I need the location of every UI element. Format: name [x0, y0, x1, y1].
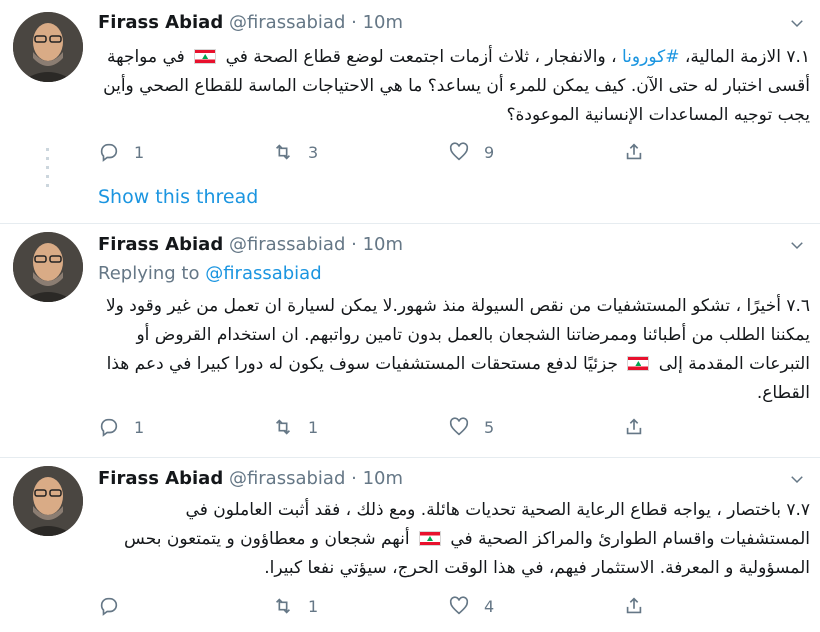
- chevron-down-icon[interactable]: [788, 470, 806, 488]
- replying-prefix: Replying to: [98, 263, 206, 284]
- chevron-down-icon[interactable]: [788, 14, 806, 32]
- heart-icon: [449, 417, 469, 436]
- heart-icon: [449, 596, 469, 615]
- lebanon-flag-icon: [418, 531, 441, 546]
- profile-photo: [13, 466, 83, 536]
- like-count: 4: [484, 596, 495, 616]
- like-count: 5: [484, 417, 495, 437]
- text-segment: ٧.١ الازمة المالية،: [679, 47, 810, 67]
- tweet-1[interactable]: Firass Abiad @firassabiad · 10m ٧.١ الاز…: [0, 0, 820, 180]
- lebanon-flag-icon: [627, 356, 650, 371]
- reply-button[interactable]: 1: [98, 139, 144, 165]
- text-segment: ، والانفجار ، ثلاث أزمات اجتمعت لوضع قطا…: [220, 47, 622, 67]
- reply-icon: [100, 418, 118, 437]
- chevron-down-icon[interactable]: [788, 236, 806, 254]
- retweet-icon: [275, 598, 291, 614]
- retweet-count: 1: [308, 417, 319, 437]
- thread-connector: [46, 148, 49, 188]
- author-handle[interactable]: @firassabiad: [229, 468, 345, 489]
- timestamp[interactable]: 10m: [363, 468, 403, 489]
- share-icon: [626, 597, 642, 614]
- tweet-text: ٧.٦ أخيرًا ، تشكو المستشفيات من نقص السي…: [98, 292, 810, 408]
- share-icon: [626, 143, 642, 160]
- reply-icon: [100, 597, 118, 616]
- reply-button[interactable]: [98, 593, 134, 619]
- retweet-button[interactable]: 1: [272, 593, 318, 619]
- retweet-count: 1: [308, 596, 319, 616]
- author-handle[interactable]: @firassabiad: [229, 12, 345, 33]
- show-thread-link[interactable]: Show this thread: [98, 186, 258, 208]
- tweet-2[interactable]: Firass Abiad @firassabiad · 10m Replying…: [0, 224, 820, 456]
- tweet-text: ٧.٧ باختصار ، يواجه قطاع الرعاية الصحية …: [98, 496, 810, 583]
- tweet-header: Firass Abiad @firassabiad · 10m: [98, 468, 403, 489]
- retweet-button[interactable]: 1: [272, 414, 318, 440]
- tweet-actions: 1 4: [98, 593, 658, 619]
- retweet-icon: [275, 419, 291, 435]
- author-name[interactable]: Firass Abiad: [98, 234, 223, 255]
- timestamp[interactable]: 10m: [363, 234, 403, 255]
- separator-dot: ·: [351, 468, 357, 489]
- reply-count: 1: [134, 142, 145, 162]
- retweet-icon: [275, 144, 291, 160]
- tweet-header: Firass Abiad @firassabiad · 10m: [98, 234, 403, 255]
- like-count: 9: [484, 142, 495, 162]
- separator-dot: ·: [351, 234, 357, 255]
- share-icon: [626, 418, 642, 435]
- replying-handle-link[interactable]: @firassabiad: [205, 263, 321, 284]
- author-name[interactable]: Firass Abiad: [98, 12, 223, 33]
- tweet-text: ٧.١ الازمة المالية، #كورونا ، والانفجار …: [98, 43, 810, 130]
- avatar[interactable]: [13, 232, 83, 302]
- retweet-button[interactable]: 3: [272, 139, 318, 165]
- tweet-actions: 1 3 9: [98, 139, 658, 165]
- avatar[interactable]: [13, 466, 83, 536]
- reply-button[interactable]: 1: [98, 414, 144, 440]
- profile-photo: [13, 232, 83, 302]
- lebanon-flag-icon: [194, 49, 217, 64]
- reply-count: 1: [134, 417, 145, 437]
- author-handle[interactable]: @firassabiad: [229, 234, 345, 255]
- tweet-header: Firass Abiad @firassabiad · 10m: [98, 12, 403, 33]
- share-button[interactable]: [623, 414, 645, 440]
- like-button[interactable]: 4: [448, 593, 494, 619]
- hashtag-link[interactable]: #كورونا: [622, 47, 679, 67]
- like-button[interactable]: 5: [448, 414, 494, 440]
- separator-dot: ·: [351, 12, 357, 33]
- timestamp[interactable]: 10m: [363, 12, 403, 33]
- author-name[interactable]: Firass Abiad: [98, 468, 223, 489]
- share-button[interactable]: [623, 139, 645, 165]
- profile-photo: [13, 12, 83, 82]
- tweet-3[interactable]: Firass Abiad @firassabiad · 10m ٧.٧ باخت…: [0, 458, 820, 632]
- avatar[interactable]: [13, 12, 83, 82]
- heart-icon: [449, 142, 469, 161]
- replying-to: Replying to @firassabiad: [98, 263, 322, 284]
- like-button[interactable]: 9: [448, 139, 494, 165]
- reply-icon: [100, 143, 118, 162]
- retweet-count: 3: [308, 142, 319, 162]
- share-button[interactable]: [623, 593, 645, 619]
- tweet-actions: 1 1 5: [98, 414, 658, 440]
